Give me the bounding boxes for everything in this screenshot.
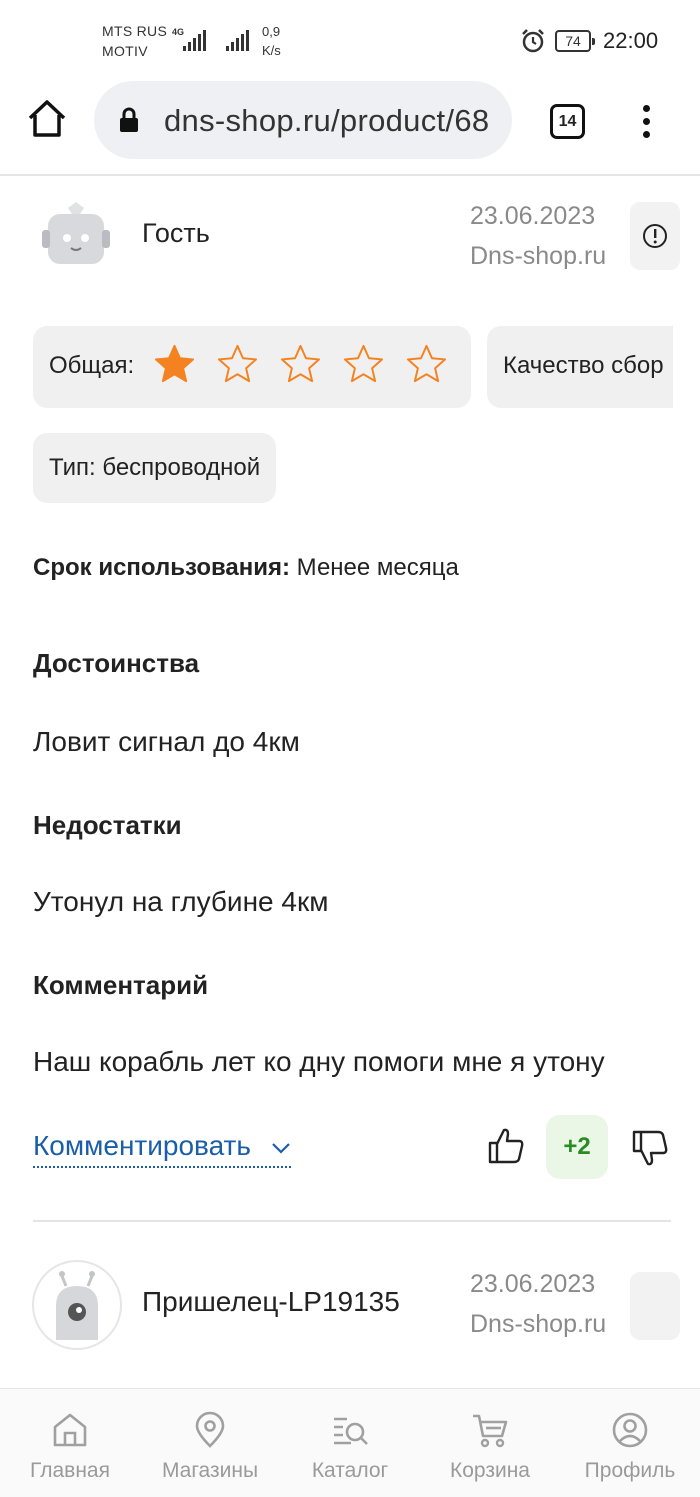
status-bar: MTS RUS MOTIV 4G 0,9 K/s 74 22:00: [0, 0, 700, 80]
review-author-2: Пришелец-LP19135: [142, 1286, 400, 1317]
star-empty-icon: [217, 344, 258, 383]
star-empty-icon: [406, 344, 447, 383]
bottom-navigation: Главная Магазины Каталог Корзина Профиль: [0, 1388, 700, 1497]
review-source-2: Dns-shop.ru: [470, 1310, 607, 1338]
nav-home[interactable]: Главная: [0, 1389, 140, 1497]
tabs-button[interactable]: 14: [550, 104, 585, 139]
speed-value: 0,9: [262, 24, 281, 39]
comment-title: Комментарий: [33, 970, 209, 1000]
nav-profile-label: Профиль: [584, 1459, 676, 1482]
comment-link[interactable]: Комментировать: [33, 1130, 291, 1168]
nav-stores[interactable]: Магазины: [140, 1389, 280, 1497]
profile-icon: [612, 1412, 648, 1448]
star-empty-icon: [343, 344, 384, 383]
cons-text: Утонул на глубине 4км: [33, 886, 329, 917]
nav-cart[interactable]: Корзина: [420, 1389, 560, 1497]
report-button[interactable]: [630, 202, 680, 270]
carrier-name: MTS RUS MOTIV: [102, 21, 167, 61]
comment-link-label: Комментировать: [33, 1130, 251, 1161]
review-divider: [33, 1220, 671, 1222]
page-content: Гость 23.06.2023 Dns-shop.ru Общая: Каче…: [0, 178, 700, 1388]
pros-title: Достоинства: [33, 648, 200, 678]
nav-stores-label: Магазины: [161, 1459, 259, 1482]
robot-avatar-icon: [42, 202, 110, 264]
thumbs-down-icon[interactable]: [630, 1128, 670, 1168]
alarm-icon: [522, 29, 544, 53]
nav-profile[interactable]: Профиль: [560, 1389, 700, 1497]
home-icon[interactable]: [26, 98, 68, 140]
network-speed: 0,9 K/s: [262, 22, 281, 60]
nav-home-label: Главная: [30, 1459, 110, 1482]
address-bar[interactable]: dns-shop.ru/product/68: [94, 81, 512, 159]
vote-count: +2: [546, 1115, 608, 1179]
type-chip: Тип: беспроводной: [33, 433, 277, 503]
overflow-menu-icon[interactable]: [636, 102, 656, 142]
star-empty-icon: [280, 344, 321, 383]
overall-rating-label: Общая:: [49, 352, 135, 379]
nav-cart-label: Корзина: [450, 1459, 530, 1482]
cart-icon: [473, 1414, 508, 1448]
url-text[interactable]: dns-shop.ru/product/68: [164, 103, 489, 139]
carrier-line1: MTS RUS: [102, 23, 168, 39]
usage-period: Срок использования: Менее месяца: [33, 554, 459, 582]
review-date-2: 23.06.2023: [470, 1270, 596, 1298]
thumbs-up-icon[interactable]: [486, 1126, 526, 1166]
alert-icon: [643, 224, 667, 248]
home-icon: [53, 1413, 87, 1447]
map-pin-icon: [195, 1411, 225, 1448]
carrier-line2: MOTIV: [102, 43, 148, 59]
review-source: Dns-shop.ru: [470, 242, 607, 270]
signal-icon-2: [226, 30, 249, 51]
quality-rating-label: Качество сбор: [503, 352, 664, 379]
overall-rating-chip: Общая:: [33, 326, 471, 408]
signal-icon: [183, 30, 206, 51]
usage-label: Срок использования:: [33, 554, 291, 581]
clock: 22:00: [603, 28, 659, 53]
star-rating: [153, 343, 448, 386]
review-author: Гость: [142, 218, 210, 248]
battery-indicator: 74: [555, 30, 595, 52]
report-button-2[interactable]: [630, 1272, 680, 1340]
catalog-search-icon: [334, 1417, 368, 1445]
review-date: 23.06.2023: [470, 202, 596, 230]
chevron-down-icon: [271, 1142, 290, 1154]
lock-icon: [120, 107, 138, 132]
star-filled-icon: [154, 344, 195, 383]
cons-title: Недостатки: [33, 810, 182, 840]
alien-avatar: [32, 1260, 122, 1350]
nav-catalog-label: Каталог: [311, 1459, 389, 1482]
quality-rating-chip: Качество сбор: [487, 326, 673, 408]
pros-text: Ловит сигнал до 4км: [33, 726, 300, 757]
comment-text: Наш корабль лет ко дну помоги мне я утон…: [33, 1046, 605, 1077]
nav-catalog[interactable]: Каталог: [280, 1389, 420, 1497]
speed-unit: K/s: [262, 43, 281, 58]
browser-toolbar: dns-shop.ru/product/68 14: [0, 80, 700, 176]
usage-value: Менее месяца: [290, 554, 459, 581]
alien-avatar-icon: [56, 1271, 98, 1340]
rating-chips[interactable]: Общая: Качество сбор: [33, 326, 673, 410]
